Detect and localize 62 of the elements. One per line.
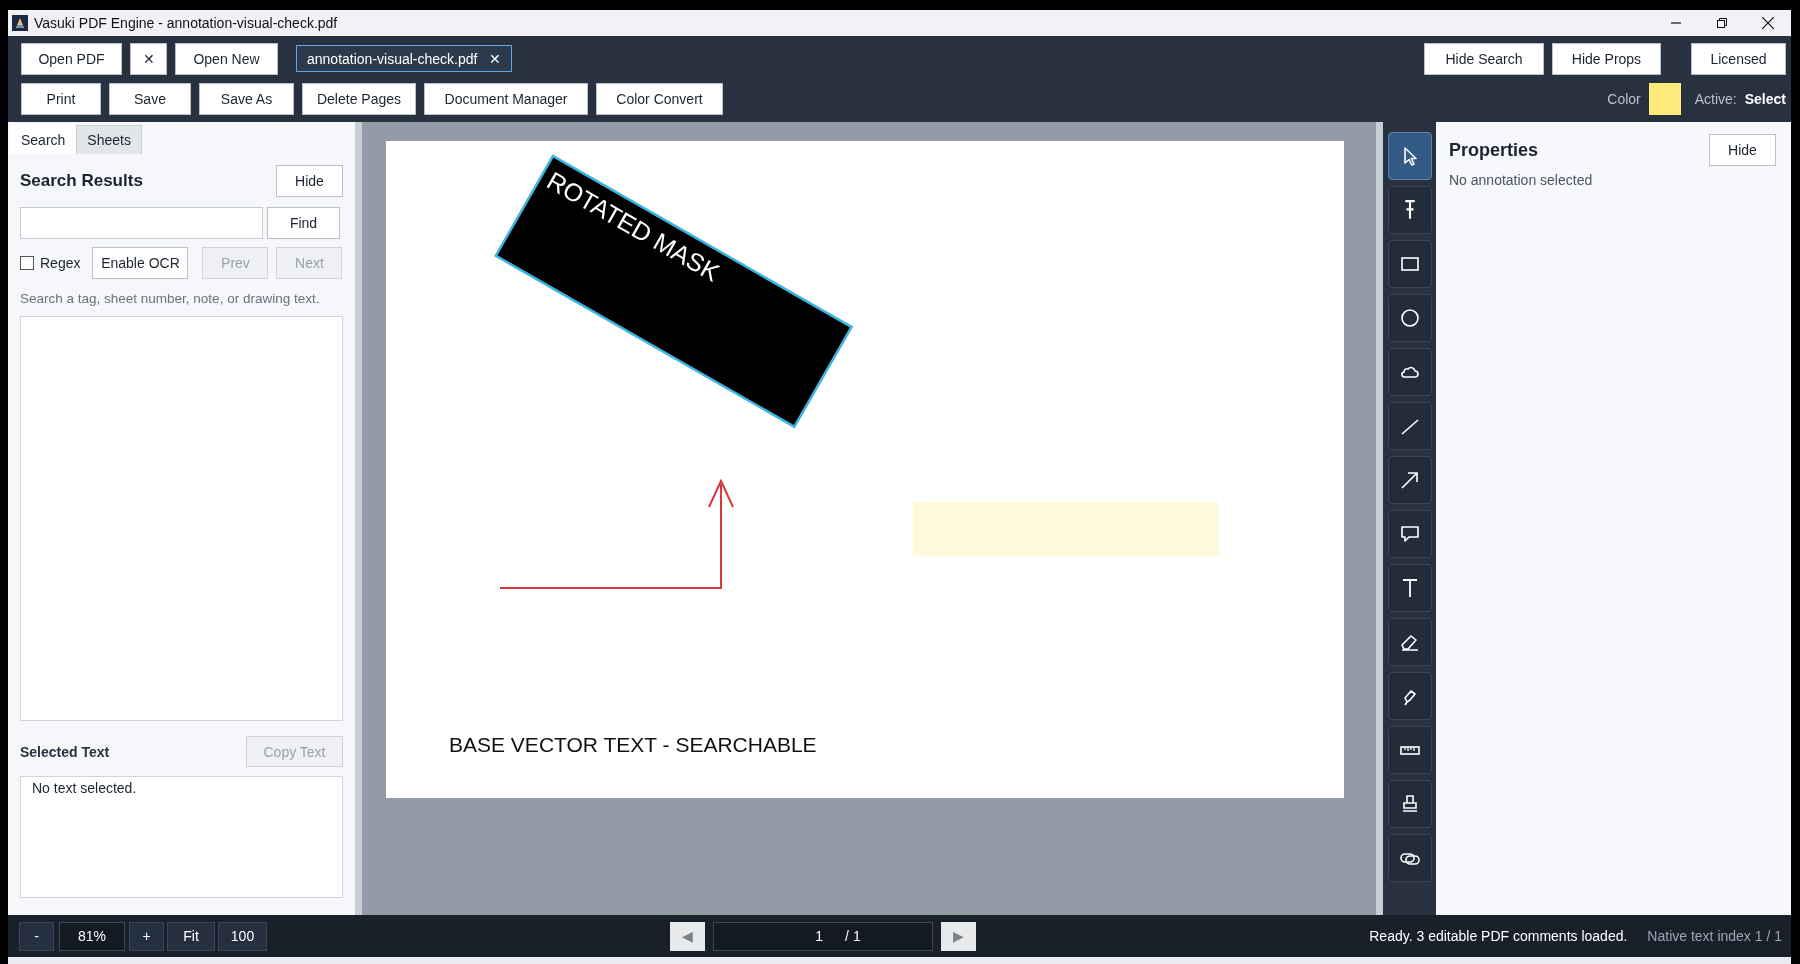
color-label: Color	[1607, 91, 1641, 107]
status-message: Ready. 3 editable PDF comments loaded.	[1369, 928, 1628, 944]
regex-checkbox[interactable]	[20, 256, 34, 270]
close-file-button[interactable]: ✕	[130, 42, 167, 75]
license-button[interactable]: Licensed	[1691, 42, 1786, 75]
checkbox-label: Regex	[40, 255, 81, 271]
hide-button[interactable]: Hide	[1709, 134, 1776, 166]
text-index-status: Native text index 1 / 1	[1647, 928, 1782, 944]
toolbar-button[interactable]: Delete Pages	[302, 83, 416, 115]
toggle-panel-button[interactable]: Hide Props	[1552, 42, 1661, 75]
panel-title: Search Results	[20, 171, 143, 191]
toolbar-button[interactable]: Print	[21, 83, 101, 115]
actual-size-button[interactable]: 100	[218, 921, 267, 951]
toolbar-button[interactable]: Save	[109, 83, 191, 115]
tool-button[interactable]	[1387, 780, 1432, 828]
empty-message: No annotation selected	[1449, 172, 1594, 188]
page-text: BASE VECTOR TEXT - SEARCHABLE	[449, 733, 817, 756]
file-button[interactable]: Open New	[175, 42, 278, 75]
active-label: Active:	[1694, 91, 1737, 107]
close-tab-button[interactable]: ✕	[489, 50, 502, 67]
hide-button[interactable]: Hide	[276, 165, 343, 197]
tool-button[interactable]	[1387, 834, 1432, 882]
hint-text: Search a tag, sheet number, note, or drawing text.	[20, 291, 321, 306]
restore-icon	[1717, 18, 1727, 28]
page-field[interactable]: 1 / 1	[713, 921, 933, 951]
document-tab[interactable]: annotation-visual-check.pdf ✕	[296, 45, 513, 72]
tool-button[interactable]	[1387, 618, 1432, 666]
app-logo-icon	[12, 15, 28, 31]
arrow-annotation[interactable]	[499, 478, 734, 589]
tool-button[interactable]	[1387, 348, 1432, 396]
tool-button[interactable]	[1387, 564, 1432, 612]
selected-text: No text selected.	[32, 780, 137, 796]
tool-button[interactable]	[1387, 510, 1432, 558]
tool-button[interactable]	[1387, 240, 1432, 288]
zoom-out-button[interactable]: -	[19, 921, 54, 951]
toolbar-button[interactable]: Document Manager	[424, 83, 588, 115]
active-tool: Select	[1744, 91, 1786, 107]
minimize-icon	[1671, 22, 1681, 24]
tool-button[interactable]	[1387, 294, 1432, 342]
close-icon	[1762, 17, 1774, 29]
section-title: Selected Text	[20, 743, 110, 760]
color-swatch[interactable]	[1648, 83, 1681, 115]
tool-button[interactable]	[1387, 456, 1432, 504]
tool-button[interactable]	[1387, 672, 1432, 720]
zoom-in-button[interactable]: +	[129, 921, 164, 951]
tool-button[interactable]	[1387, 186, 1432, 234]
search-field[interactable]	[20, 207, 263, 239]
toolbar-button[interactable]: Save As	[199, 83, 294, 115]
toggle-panel-button[interactable]: Hide Search	[1424, 42, 1544, 75]
ocr-button[interactable]: Enable OCR	[92, 247, 189, 279]
tool-button[interactable]	[1387, 132, 1432, 180]
tool-button[interactable]	[1387, 726, 1432, 774]
find-button[interactable]: Find	[267, 207, 340, 239]
file-button[interactable]: Open PDF	[21, 42, 122, 75]
window-title: Vasuki PDF Engine - annotation-visual-check.pdf	[34, 15, 338, 31]
fit-button[interactable]: Fit	[167, 921, 215, 951]
panel-tab[interactable]: Search	[10, 124, 77, 154]
panel-title: Properties	[1449, 139, 1539, 161]
panel-tab[interactable]: Sheets	[76, 125, 142, 154]
zoom-level: 81%	[59, 921, 125, 951]
i-beam-icon	[1404, 200, 1415, 220]
toolbar-button[interactable]: Color Convert	[596, 83, 723, 115]
